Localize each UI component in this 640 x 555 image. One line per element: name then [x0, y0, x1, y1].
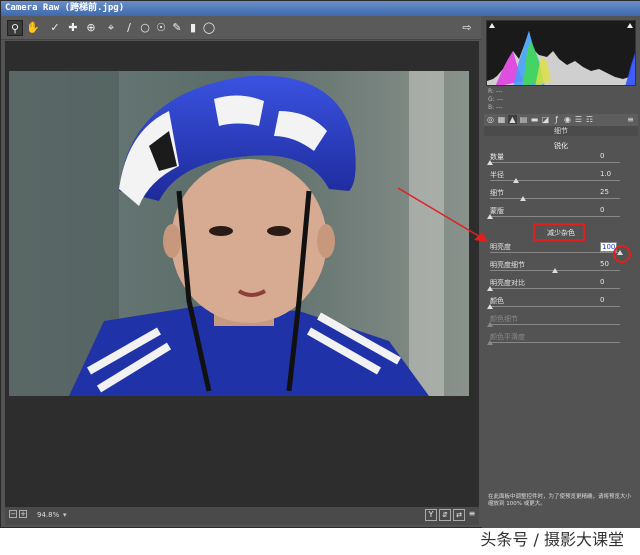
lens-corrections-tab-icon[interactable]: ◪: [541, 115, 550, 124]
watermark: 头条号 / 摄影大课堂: [480, 530, 624, 549]
slider-track[interactable]: [490, 288, 620, 289]
slider-track[interactable]: [490, 216, 620, 217]
snapshots-tab-icon[interactable]: ☶: [585, 115, 594, 124]
slider-track[interactable]: [490, 180, 620, 181]
zoom-tool-icon[interactable]: ⚲: [7, 20, 23, 36]
slider-value[interactable]: 0: [600, 296, 604, 304]
masking-slider[interactable]: 蒙版 0: [487, 206, 630, 224]
radial-filter-icon[interactable]: ◯: [201, 20, 217, 36]
status-bar: − + 94.8% ▾ Y ⇵ ⇄ ≡: [5, 507, 479, 525]
g-readout: G: ---: [488, 96, 504, 103]
panel-menu-icon[interactable]: ≡: [626, 115, 635, 124]
b-readout: B: ---: [488, 104, 503, 111]
white-balance-tool-icon[interactable]: ✓: [47, 20, 63, 36]
sharpen-title: 锐化: [554, 142, 568, 150]
luminance-slider[interactable]: 明亮度 100: [490, 242, 630, 260]
slider-track: [490, 324, 620, 325]
luminance-detail-slider[interactable]: 明亮度细节 50: [490, 260, 630, 278]
slider-thumb: [487, 322, 493, 327]
slider-value[interactable]: 0: [600, 152, 604, 160]
slider-label: 颜色细节: [490, 315, 518, 323]
detail-tab-icon[interactable]: ▲: [508, 115, 517, 124]
toolbar: ⚲ ✋ ✓ ✚ ⊕ ⌖ ∕ ○ ☉ ✎ ▮ ◯ ⇨: [1, 16, 481, 40]
slider-value[interactable]: 1.0: [600, 170, 611, 178]
settings-menu-icon[interactable]: ≡: [467, 509, 477, 521]
slider-thumb: [487, 340, 493, 345]
r-readout: R: ---: [488, 88, 503, 95]
slider-label: 半径: [490, 171, 504, 179]
slider-label: 明亮度对比: [490, 279, 525, 287]
color-detail-slider: 颜色细节: [487, 314, 630, 332]
color-smoothness-slider: 颜色平滑度: [487, 332, 630, 350]
slider-track[interactable]: [490, 162, 620, 163]
annotation-arrow: [397, 187, 488, 242]
hand-tool-icon[interactable]: ✋: [25, 20, 41, 36]
swap-settings-icon[interactable]: ⇄: [453, 509, 465, 521]
color-slider[interactable]: 颜色 0: [487, 296, 630, 314]
slider-label: 颜色平滑度: [490, 333, 525, 341]
preview-toggle-icon[interactable]: Y: [425, 509, 437, 521]
slider-track[interactable]: [490, 198, 620, 199]
tone-curve-tab-icon[interactable]: ▦: [497, 115, 506, 124]
slider-label: 明亮度细节: [490, 261, 525, 269]
straighten-tool-icon[interactable]: ∕: [121, 20, 137, 36]
slider-value[interactable]: 0: [600, 278, 604, 286]
zoom-out-button[interactable]: −: [9, 510, 17, 518]
effects-tab-icon[interactable]: ƒ: [552, 115, 561, 124]
open-preferences-icon[interactable]: ⇨: [459, 20, 475, 36]
panel-tabs: ◎ ▦ ▲ ▤ ▬ ◪ ƒ ◉ ☰ ☶ ≡: [484, 114, 638, 126]
slider-track: [490, 342, 620, 343]
slider-thumb[interactable]: [487, 286, 493, 291]
red-eye-tool-icon[interactable]: ☉: [153, 20, 169, 36]
adjustment-brush-icon[interactable]: ✎: [169, 20, 185, 36]
zoom-in-button[interactable]: +: [19, 510, 27, 518]
slider-value[interactable]: 50: [600, 260, 609, 268]
amount-slider[interactable]: 数量 0: [487, 152, 630, 170]
crop-tool-icon[interactable]: ⌖: [103, 20, 119, 36]
noise-reduction-title: 减少杂色: [547, 229, 575, 237]
slider-thumb[interactable]: [552, 268, 558, 273]
rgb-readout: R: --- G: --- B: ---: [488, 88, 503, 112]
window-title: Camera Raw (跨梯前.jpg): [1, 1, 640, 16]
split-toning-tab-icon[interactable]: ▬: [530, 115, 539, 124]
hsl-tab-icon[interactable]: ▤: [519, 115, 528, 124]
panel-footnote: 在此面板中调整控件时，为了使预览更精确，请将预览大小缩放到 100% 或更大。: [488, 494, 632, 507]
slider-thumb[interactable]: [513, 178, 519, 183]
camera-raw-window: Camera Raw (跨梯前.jpg) ⚲ ✋ ✓ ✚ ⊕ ⌖ ∕ ○ ☉ ✎…: [0, 0, 640, 528]
slider-value[interactable]: 0: [600, 206, 604, 214]
panel-title: 细节: [484, 126, 638, 136]
color-sampler-tool-icon[interactable]: ✚: [65, 20, 81, 36]
graduated-filter-icon[interactable]: ▮: [185, 20, 201, 36]
zoom-level[interactable]: 94.8%: [37, 511, 59, 519]
histogram: [486, 20, 636, 86]
slider-value[interactable]: 25: [600, 188, 609, 196]
zoom-dropdown-icon[interactable]: ▾: [63, 511, 67, 519]
luminance-contrast-slider[interactable]: 明亮度对比 0: [487, 278, 630, 296]
camera-calibration-tab-icon[interactable]: ◉: [563, 115, 572, 124]
slider-thumb[interactable]: [519, 196, 526, 201]
highlight-clipping-icon[interactable]: [627, 23, 633, 28]
target-adjustment-tool-icon[interactable]: ⊕: [83, 20, 99, 36]
radius-slider[interactable]: 半径 1.0: [490, 170, 630, 188]
slider-track[interactable]: [490, 306, 620, 307]
shadow-clipping-icon[interactable]: [489, 23, 495, 28]
before-after-icon[interactable]: ⇵: [439, 509, 451, 521]
slider-track[interactable]: [490, 252, 620, 253]
slider-thumb[interactable]: [487, 304, 493, 309]
right-panel: R: --- G: --- B: --- ◎ ▦ ▲ ▤ ▬ ◪ ƒ ◉ ☰ ☶…: [482, 16, 640, 528]
basic-tab-icon[interactable]: ◎: [486, 115, 495, 124]
slider-thumb[interactable]: [487, 160, 493, 165]
presets-tab-icon[interactable]: ☰: [574, 115, 583, 124]
spot-removal-tool-icon[interactable]: ○: [137, 20, 153, 36]
detail-slider[interactable]: 细节 25: [490, 188, 630, 206]
